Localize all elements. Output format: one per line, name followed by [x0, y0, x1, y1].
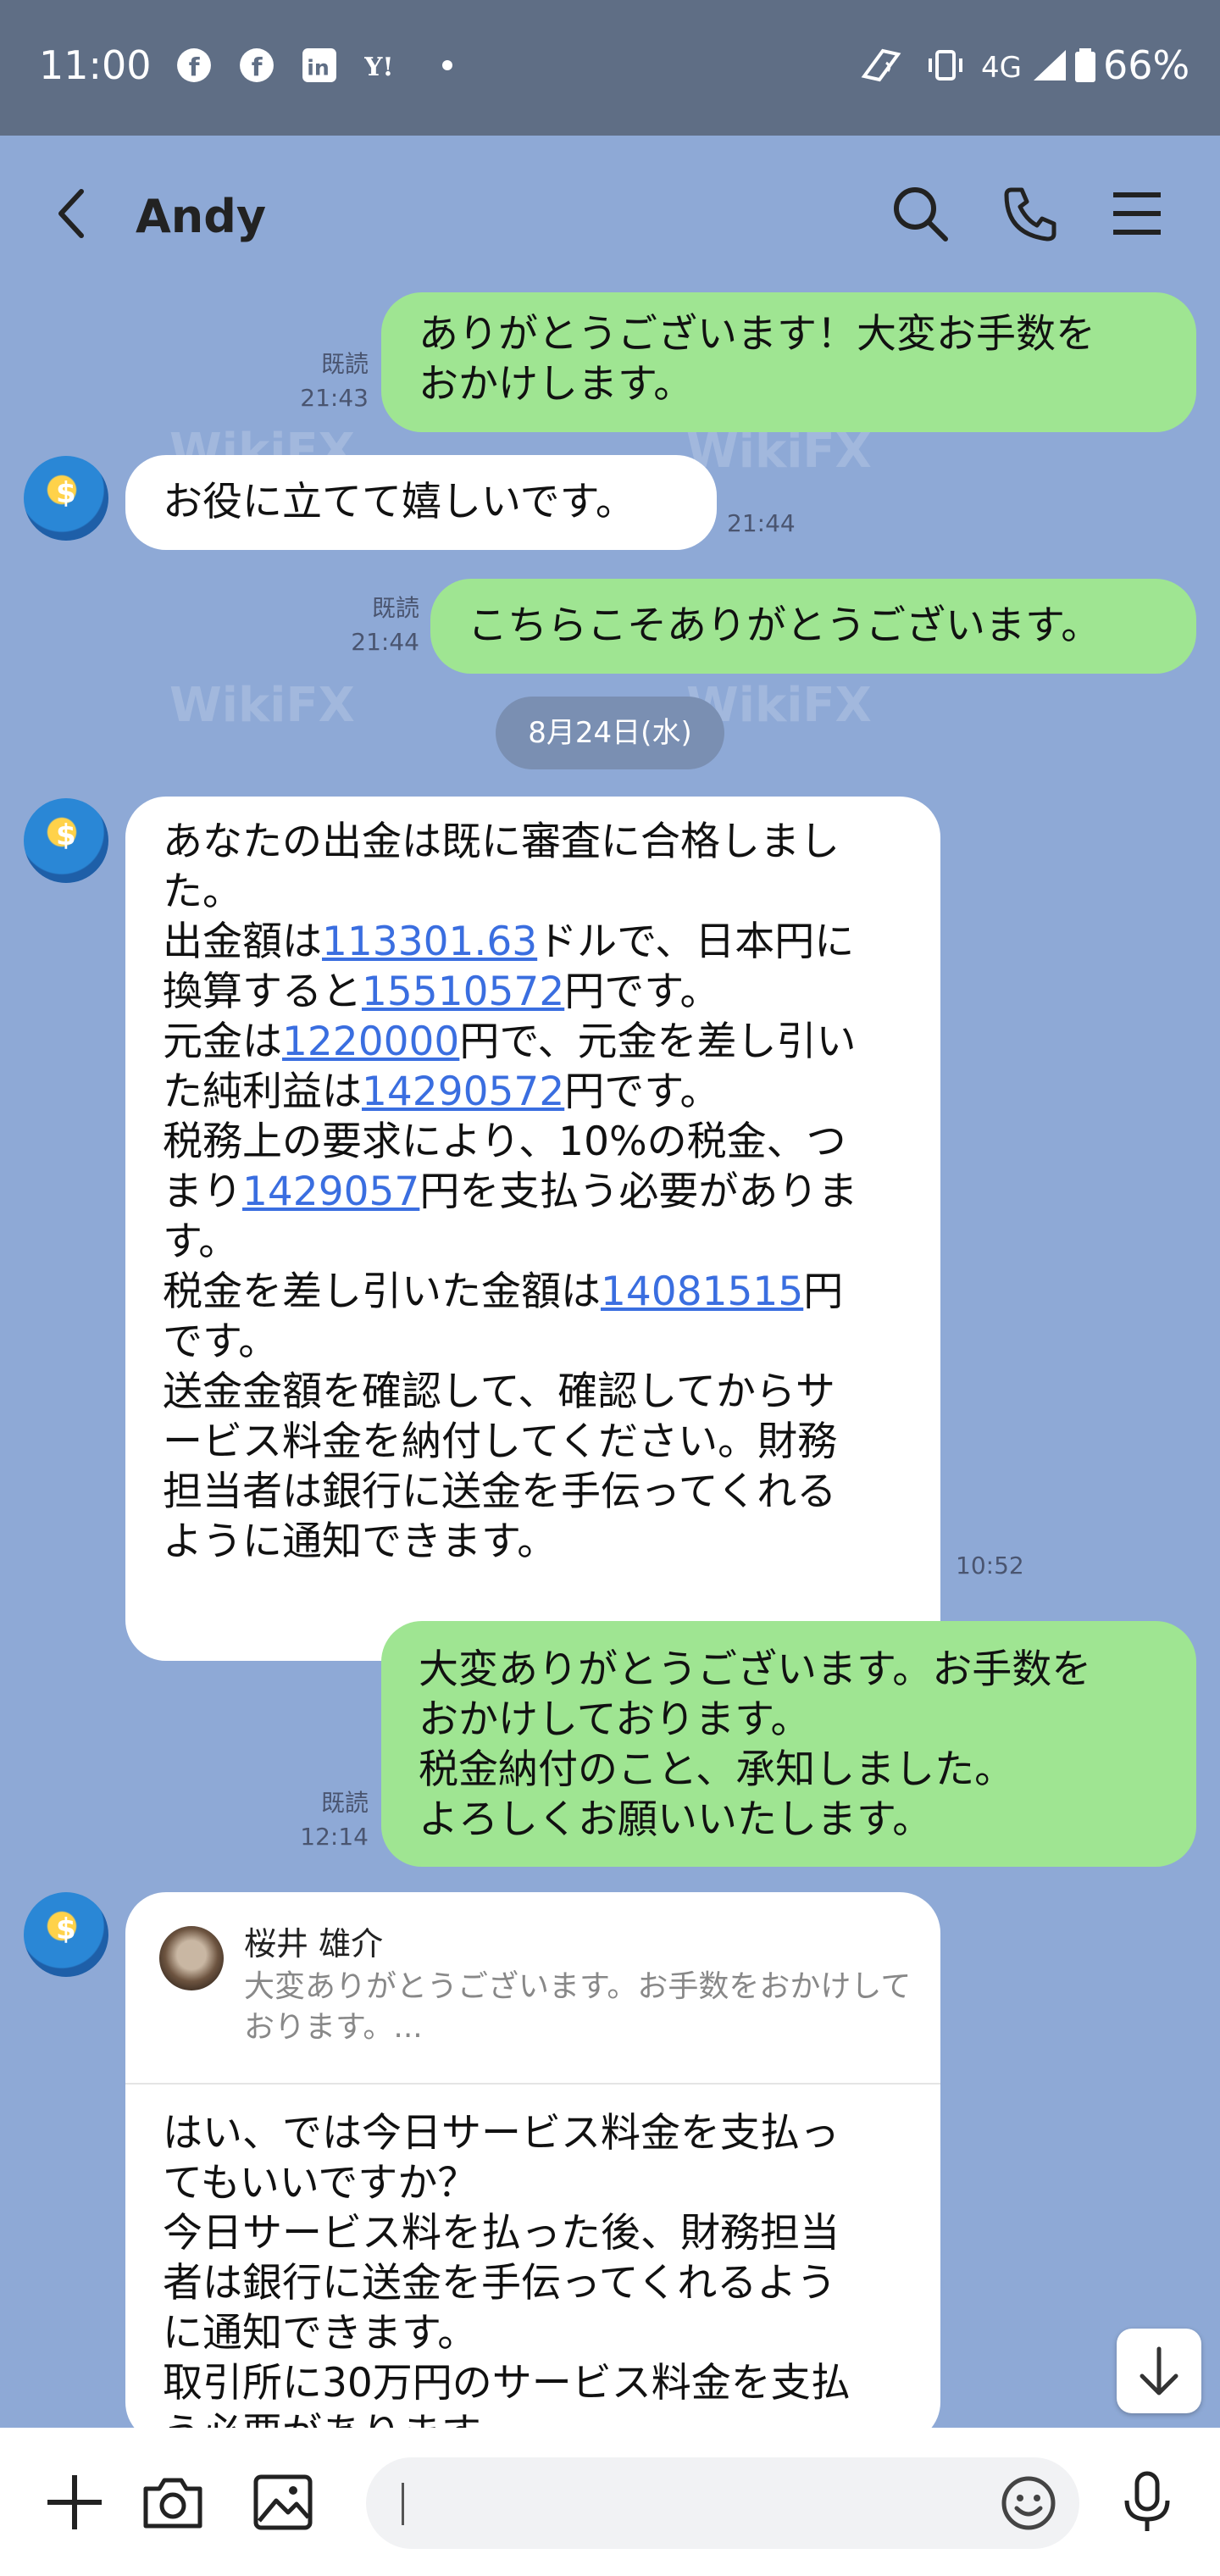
scroll-down-icon[interactable] — [1117, 2329, 1201, 2413]
text-caret — [402, 2483, 404, 2525]
network-type: 4G — [981, 51, 1022, 85]
message-meta: 既読 21:43 — [280, 347, 369, 415]
emoji-icon[interactable] — [1000, 2474, 1057, 2532]
read-receipt: 既読 — [320, 1789, 369, 1817]
avatar[interactable] — [24, 798, 108, 883]
camera-icon[interactable] — [141, 2470, 205, 2534]
quoted-message[interactable]: 桜井 雄介 大変ありがとうございます。お手数をおかけしております。... — [125, 1892, 940, 2085]
message-meta: 既読 12:14 — [280, 1786, 369, 1854]
avatar[interactable] — [24, 456, 108, 541]
amount-link[interactable]: 14081515 — [601, 1269, 803, 1315]
message-bubble-incoming[interactable]: お役に立てて嬉しいです。 — [125, 455, 717, 550]
chat-header: Andy — [0, 136, 1220, 297]
search-icon[interactable] — [890, 183, 951, 244]
amount-link[interactable]: 14290572 — [362, 1069, 564, 1115]
linkedin-icon: in — [302, 48, 336, 82]
svg-text:f: f — [189, 53, 201, 82]
battery-percent: 66% — [1103, 42, 1190, 88]
message-time: 21:44 — [351, 628, 419, 656]
amount-link[interactable]: 1429057 — [242, 1169, 419, 1215]
amount-link[interactable]: 15510572 — [362, 969, 564, 1015]
message-time: 12:14 — [300, 1823, 369, 1851]
message-input-bar — [0, 2428, 1220, 2576]
read-receipt: 既読 — [320, 350, 369, 378]
message-meta: 既読 21:44 — [330, 591, 419, 659]
menu-icon[interactable] — [1106, 183, 1167, 244]
more-notifications-icon — [442, 60, 452, 70]
svg-text:f: f — [252, 53, 263, 82]
watermark: WikiFX — [169, 678, 355, 733]
message-bubble-outgoing[interactable]: ありがとうございます！大変お手数を おかけします。 — [381, 292, 1196, 432]
nfc-icon — [861, 48, 901, 82]
message-bubble-incoming[interactable]: 桜井 雄介 大変ありがとうございます。お手数をおかけしております。... はい、… — [125, 1892, 940, 2428]
amount-link[interactable]: 1220000 — [282, 1019, 459, 1065]
status-bar: 11:00 f f in Y! 4G 66% — [0, 0, 1220, 136]
yahoo-icon: Y! — [364, 53, 394, 82]
chat-area[interactable]: WikiFX WikiFX WikiFX WikiFX WikiFX WikiF… — [0, 288, 1220, 2428]
message-input[interactable] — [366, 2457, 1079, 2549]
message-bubble-incoming[interactable]: あなたの出金は既に審査に合格しまし た。 出金額は113301.63ドルで、日本… — [125, 797, 940, 1661]
quoted-avatar — [159, 1926, 224, 1990]
signal-icon — [1034, 50, 1066, 80]
svg-text:in: in — [307, 56, 330, 80]
message-time: 21:44 — [727, 509, 796, 537]
mic-icon[interactable] — [1113, 2470, 1181, 2534]
message-bubble-outgoing[interactable]: 大変ありがとうございます。お手数を おかけしております。 税金納付のこと、承知し… — [381, 1621, 1196, 1867]
image-icon[interactable] — [251, 2470, 315, 2534]
phone-icon[interactable] — [1000, 183, 1061, 244]
facebook-icon: f — [240, 48, 274, 82]
amount-link[interactable]: 113301.63 — [322, 919, 537, 965]
avatar[interactable] — [24, 1892, 108, 1977]
message-text: はい、では今日サービス料金を支払っ てもいいですか？ 今日サービス料を払った後、… — [163, 2110, 851, 2428]
quoted-text: 大変ありがとうございます。お手数をおかけしております。... — [244, 1969, 912, 2045]
message-time: 21:43 — [300, 384, 369, 412]
status-time: 11:00 — [39, 42, 152, 88]
date-separator: 8月24日(水) — [496, 697, 724, 769]
battery-icon — [1075, 48, 1095, 82]
plus-icon[interactable] — [42, 2470, 107, 2534]
message-time: 10:52 — [956, 1552, 1024, 1579]
svg-text:Y!: Y! — [364, 53, 394, 82]
quoted-sender-name: 桜井 雄介 — [244, 1925, 384, 1963]
vibrate-icon — [929, 50, 962, 80]
chat-title[interactable]: Andy — [136, 190, 266, 243]
message-bubble-outgoing[interactable]: こちらこそありがとうございます。 — [430, 579, 1196, 674]
facebook-icon: f — [177, 48, 211, 82]
read-receipt: 既読 — [371, 594, 419, 622]
back-icon[interactable] — [42, 183, 103, 244]
